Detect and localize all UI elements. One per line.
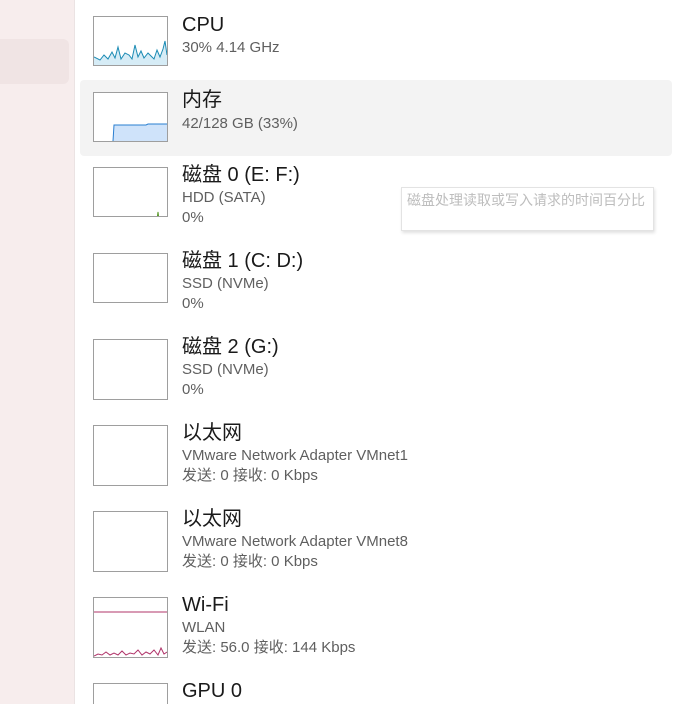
perf-item-detail: SSD (NVMe) xyxy=(182,275,269,292)
perf-item-throughput: 发送: 56.0 接收: 144 Kbps xyxy=(182,639,356,656)
perf-item-disk-2[interactable]: 磁盘 2 (G:) SSD (NVMe) 0% xyxy=(80,332,672,408)
ethernet-vmnet8-graph xyxy=(93,511,168,572)
memory-graph xyxy=(93,92,168,142)
perf-item-throughput: 发送: 0 接收: 0 Kbps xyxy=(182,553,318,570)
perf-item-usage: 0% xyxy=(182,295,204,312)
gpu-0-graph xyxy=(93,683,168,704)
perf-item-ethernet-vmnet8[interactable]: 以太网 VMware Network Adapter VMnet8 发送: 0 … xyxy=(80,504,672,580)
perf-item-title: 磁盘 1 (C: D:) xyxy=(182,250,304,272)
perf-item-title: GPU 0 xyxy=(182,680,243,702)
perf-item-title: 磁盘 0 (E: F:) xyxy=(182,164,300,186)
perf-item-title: CPU xyxy=(182,14,225,36)
ethernet-vmnet1-graph xyxy=(93,425,168,486)
perf-item-detail: SSD (NVMe) xyxy=(182,361,269,378)
perf-item-detail: VMware Network Adapter VMnet8 xyxy=(182,533,408,550)
perf-item-gpu-0[interactable]: GPU 0 xyxy=(80,676,672,704)
perf-item-detail: HDD (SATA) xyxy=(182,189,266,206)
wifi-graph xyxy=(93,597,168,658)
perf-item-wifi[interactable]: Wi-Fi WLAN 发送: 56.0 接收: 144 Kbps xyxy=(80,590,672,666)
perf-item-memory[interactable]: 内存 42/128 GB (33%) xyxy=(80,80,672,156)
perf-item-disk-1[interactable]: 磁盘 1 (C: D:) SSD (NVMe) 0% xyxy=(80,246,672,322)
perf-item-detail: VMware Network Adapter VMnet1 xyxy=(182,447,408,464)
disk-2-graph xyxy=(93,339,168,400)
disk-1-graph xyxy=(93,253,168,303)
perf-item-usage: 0% xyxy=(182,209,204,226)
perf-item-detail: 30% 4.14 GHz xyxy=(182,39,280,56)
perf-item-title: Wi-Fi xyxy=(182,594,229,616)
perf-item-usage: 0% xyxy=(182,381,204,398)
performance-list: CPU 30% 4.14 GHz 内存 42/128 GB (33%) 磁盘 0… xyxy=(80,0,672,704)
perf-item-title: 以太网 xyxy=(182,508,242,530)
perf-item-throughput: 发送: 0 接收: 0 Kbps xyxy=(182,467,318,484)
perf-item-title: 以太网 xyxy=(182,422,242,444)
sidebar xyxy=(0,0,75,704)
sidebar-item-selected[interactable] xyxy=(0,39,69,84)
perf-item-cpu[interactable]: CPU 30% 4.14 GHz xyxy=(80,5,672,81)
disk-0-graph xyxy=(93,167,168,217)
perf-item-ethernet-vmnet1[interactable]: 以太网 VMware Network Adapter VMnet1 发送: 0 … xyxy=(80,418,672,494)
perf-item-title: 磁盘 2 (G:) xyxy=(182,336,279,358)
perf-item-detail: WLAN xyxy=(182,619,226,636)
perf-item-title: 内存 xyxy=(182,89,222,111)
tooltip: 磁盘处理读取或写入请求的时间百分比 xyxy=(401,187,654,231)
perf-item-detail: 42/128 GB (33%) xyxy=(182,115,298,132)
cpu-graph xyxy=(93,16,168,66)
